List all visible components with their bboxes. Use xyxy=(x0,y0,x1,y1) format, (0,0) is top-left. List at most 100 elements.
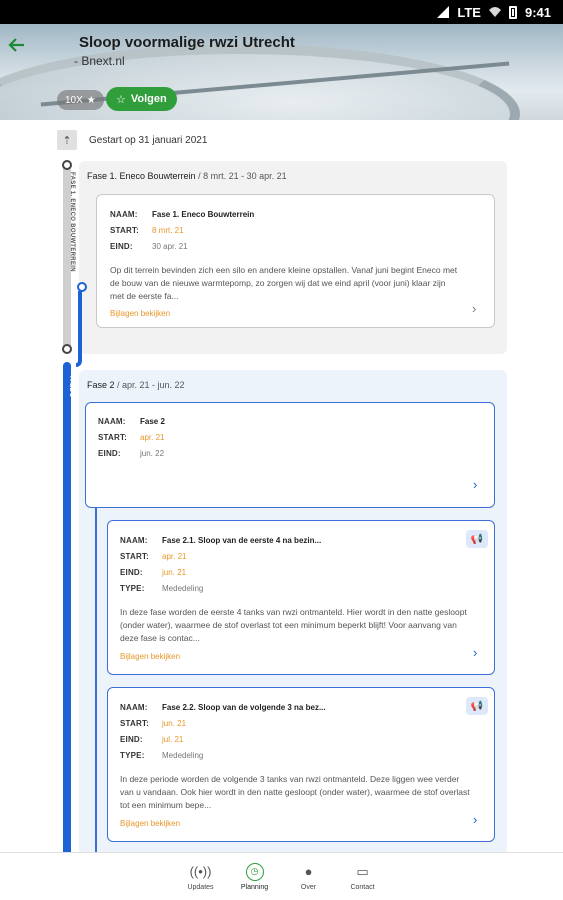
start-value: apr. 21 xyxy=(162,552,187,561)
start-field: START: apr. 21 xyxy=(120,552,186,561)
nav-contact[interactable]: ▭ Contact xyxy=(343,853,383,900)
end-field: EIND: 30 apr. 21 xyxy=(110,242,188,251)
nav-over-label: Over xyxy=(300,883,317,891)
start-value: 8 mrt. 21 xyxy=(152,226,184,235)
end-key: EIND: xyxy=(98,449,121,458)
nav-over[interactable]: ● Over xyxy=(289,853,329,900)
follow-button[interactable]: ☆ Volgen xyxy=(106,87,177,111)
chevron-right-icon[interactable]: › xyxy=(473,812,477,827)
wifi-icon xyxy=(488,7,501,17)
start-key: START: xyxy=(120,719,150,728)
broadcast-icon: ((•)) xyxy=(189,864,212,879)
name-field: NAAM: Fase 2.2. Sloop van de volgende 3 … xyxy=(120,703,326,712)
attachments-link[interactable]: Bijlagen bekijken xyxy=(110,309,170,318)
megaphone-icon: 📢 xyxy=(466,530,488,548)
star-outline-icon: ☆ xyxy=(116,93,126,106)
start-value: apr. 21 xyxy=(140,433,165,442)
end-field: EIND: jul. 21 xyxy=(120,735,183,744)
megaphone-icon: 📢 xyxy=(466,697,488,715)
clock: 9:41 xyxy=(524,4,551,20)
app-root: LTE 9:41 Sloop voormalige rwzi Utrecht -… xyxy=(0,0,563,900)
name-value: Fase 2.1. Sloop van de eerste 4 na bezin… xyxy=(162,536,322,545)
timeline-phase-2 xyxy=(63,362,71,862)
name-key: NAAM: xyxy=(120,703,148,712)
end-value: jul. 21 xyxy=(162,735,184,744)
timeline-current-dot xyxy=(77,282,87,292)
name-field: NAAM: Fase 1. Eneco Bouwterrein xyxy=(110,210,254,219)
project-title: Sloop voormalige rwzi Utrecht xyxy=(79,34,295,51)
phase-2-heading: Fase 2 / apr. 21 - jun. 22 xyxy=(87,380,185,390)
follower-count: 10X xyxy=(65,94,83,106)
nav-updates[interactable]: ((•)) Updates xyxy=(181,853,221,900)
start-field: START: apr. 21 xyxy=(98,433,164,442)
phase-2-1-description: In deze fase worden de eerste 4 tanks va… xyxy=(120,607,467,643)
phase-1-heading: Fase 1. Eneco Bouwterrein / 8 mrt. 21 - … xyxy=(87,171,287,181)
phase-1-section: Fase 1. Eneco Bouwterrein / 8 mrt. 21 - … xyxy=(79,161,507,354)
nav-contact-label: Contact xyxy=(350,883,375,891)
nav-planning[interactable]: ◷ Planning xyxy=(235,853,275,900)
phase-2-card[interactable]: NAAM: Fase 2 START: apr. 21 EIND: jun. 2… xyxy=(85,402,495,508)
attachments-link[interactable]: Bijlagen bekijken xyxy=(120,819,180,828)
name-key: NAAM: xyxy=(120,536,148,545)
type-value: Mededeling xyxy=(162,584,204,593)
type-field: TYPE: Mededeling xyxy=(120,584,203,593)
follow-label: Volgen xyxy=(130,93,167,105)
phase-2-section: Fase 2 / apr. 21 - jun. 22 NAAM: Fase 2 … xyxy=(79,370,507,894)
timeline-end-dot xyxy=(62,344,72,354)
name-key: NAAM: xyxy=(110,210,138,219)
nav-planning-label: Planning xyxy=(240,883,269,891)
star-icon: ★ xyxy=(86,94,96,106)
phase-2-heading-name: Fase 2 xyxy=(87,380,115,390)
name-value: Fase 2.2. Sloop van de volgende 3 na bez… xyxy=(162,703,326,712)
back-arrow-icon[interactable] xyxy=(8,36,28,56)
timeline-start-dot xyxy=(62,160,72,170)
type-key: TYPE: xyxy=(120,584,145,593)
name-key: NAAM: xyxy=(98,417,126,426)
end-key: EIND: xyxy=(110,242,133,251)
rocket-icon: ⇡ xyxy=(57,130,77,150)
type-field: TYPE: Mededeling xyxy=(120,751,203,760)
start-key: START: xyxy=(98,433,128,442)
end-value: 30 apr. 21 xyxy=(152,242,188,251)
phase-2-2-card[interactable]: 📢 NAAM: Fase 2.2. Sloop van de volgende … xyxy=(107,687,495,842)
end-key: EIND: xyxy=(120,735,143,744)
phase-1-heading-dates: / 8 mrt. 21 - 30 apr. 21 xyxy=(195,171,287,181)
chevron-right-icon[interactable]: › xyxy=(472,301,476,316)
project-start-label: Gestart op 31 januari 2021 xyxy=(89,134,208,146)
phase-1-heading-name: Fase 1. Eneco Bouwterrein xyxy=(87,171,196,181)
attachments-link[interactable]: Bijlagen bekijken xyxy=(120,652,180,661)
start-field: START: 8 mrt. 21 xyxy=(110,226,184,235)
chevron-right-icon[interactable]: › xyxy=(473,645,477,660)
type-key: TYPE: xyxy=(120,751,145,760)
status-bar: LTE 9:41 xyxy=(0,0,563,24)
timeline-subphase-line xyxy=(95,508,97,858)
network-type: LTE xyxy=(457,4,481,20)
end-field: EIND: jun. 21 xyxy=(120,568,186,577)
phase-2-heading-dates: / apr. 21 - jun. 22 xyxy=(114,380,185,390)
battery-icon xyxy=(508,5,517,19)
bottom-navigation: ((•)) Updates ◷ Planning ● Over ▭ Contac… xyxy=(0,852,563,900)
start-field: START: jun. 21 xyxy=(120,719,186,728)
chat-icon: ▭ xyxy=(356,863,369,879)
start-key: START: xyxy=(120,552,150,561)
end-field: EIND: jun. 22 xyxy=(98,449,164,458)
signal-icon xyxy=(437,6,450,18)
nav-updates-label: Updates xyxy=(187,883,214,891)
project-source[interactable]: - Bnext.nl xyxy=(74,54,125,68)
end-value: jun. 21 xyxy=(162,568,187,577)
project-start-row: ⇡ Gestart op 31 januari 2021 xyxy=(57,130,207,150)
phase-1-card[interactable]: NAAM: Fase 1. Eneco Bouwterrein START: 8… xyxy=(96,194,495,328)
globe-icon: ● xyxy=(304,864,313,879)
timeline-phase-2-label: FASE 2 xyxy=(68,376,74,397)
chevron-right-icon[interactable]: › xyxy=(473,477,477,492)
name-field: NAAM: Fase 2.1. Sloop van de eerste 4 na… xyxy=(120,536,321,545)
timeline-phase-1-label: FASE 1. ENECO BOUWTERREIN xyxy=(69,172,75,272)
name-value: Fase 1. Eneco Bouwterrein xyxy=(152,210,255,219)
start-value: jun. 21 xyxy=(162,719,187,728)
phase-2-1-card[interactable]: 📢 NAAM: Fase 2.1. Sloop van de eerste 4 … xyxy=(107,520,495,675)
follower-count-badge: 10X ★ xyxy=(57,90,104,110)
name-field: NAAM: Fase 2 xyxy=(98,417,165,426)
phase-1-description: Op dit terrein bevinden zich een silo en… xyxy=(110,265,458,301)
clock-icon: ◷ xyxy=(245,862,264,881)
project-header: Sloop voormalige rwzi Utrecht - Bnext.nl… xyxy=(0,24,563,120)
